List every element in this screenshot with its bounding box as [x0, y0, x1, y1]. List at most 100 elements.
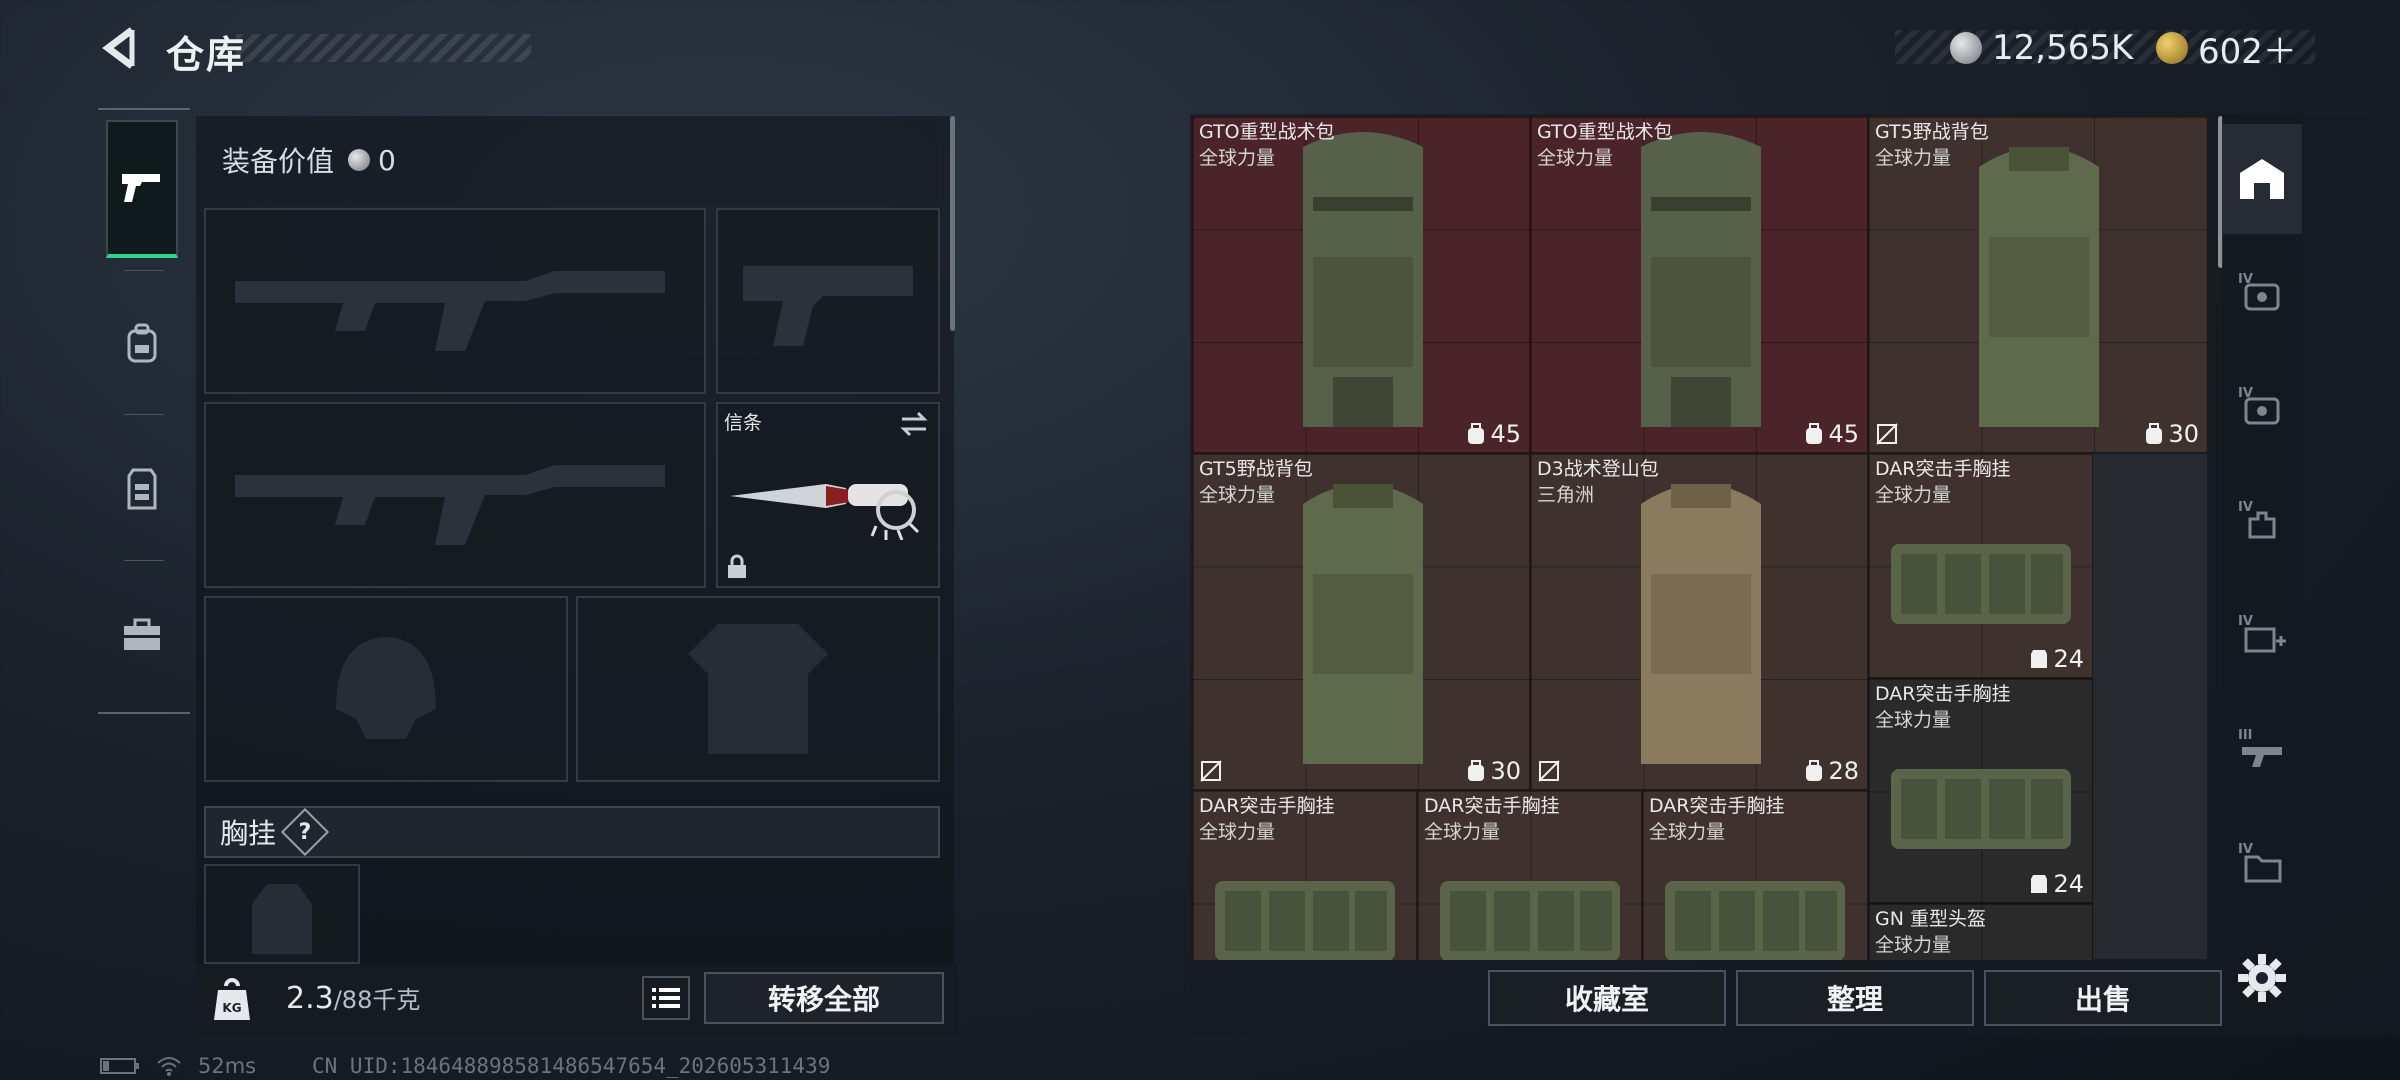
back-icon[interactable]: [96, 22, 148, 74]
item-capacity: 24: [2029, 645, 2084, 673]
d3-backpack-image: [1641, 484, 1761, 764]
equipment-value-row: 装备价值 0: [200, 118, 938, 202]
inventory-item-dar-chest-rig[interactable]: DAR突击手胸挂 全球力量 24: [1868, 678, 2093, 903]
rifle-silhouette-icon: [235, 465, 665, 545]
silver-currency[interactable]: 12,565K: [1950, 22, 2133, 74]
sell-button[interactable]: 出售: [1984, 970, 2222, 1026]
capacity-backpack-icon: [1468, 423, 1485, 444]
equipment-scrollbar[interactable]: [950, 116, 955, 331]
item-faction: 全球力量: [1875, 709, 1952, 731]
sidebar-item-toolbox[interactable]: [106, 566, 178, 704]
inventory-item-gto-backpack[interactable]: GTO重型战术包 全球力量 45: [1192, 116, 1530, 453]
item-name: DAR突击手胸挂: [1199, 795, 1335, 817]
transfer-all-button[interactable]: 转移全部: [704, 972, 944, 1024]
item-name: GTO重型战术包: [1537, 121, 1673, 143]
weight-current: 2.3: [286, 981, 334, 1016]
battery-icon: [100, 1058, 139, 1074]
stash-tab-tier-iv-medkit[interactable]: IV: [2222, 580, 2302, 690]
helmet-silhouette-icon: [336, 637, 436, 739]
inventory-item-dar-chest-rig[interactable]: DAR突击手胸挂 全球力量: [1417, 790, 1642, 960]
settings-gear-icon[interactable]: [2236, 952, 2288, 1004]
svg-text:IV: IV: [2238, 842, 2253, 857]
list-view-button[interactable]: [642, 976, 690, 1020]
swap-icon[interactable]: [898, 410, 930, 438]
item-capacity: 45: [1804, 420, 1859, 448]
stash-tab-tier-iv-hand[interactable]: IV: [2222, 466, 2302, 576]
capacity-vest-icon: [2031, 650, 2048, 668]
inventory-item-dar-chest-rig[interactable]: DAR突击手胸挂 全球力量: [1192, 790, 1417, 960]
weight-kg-icon: KG: [214, 978, 250, 1020]
item-name: GT5野战背包: [1875, 121, 1989, 143]
svg-text:KG: KG: [222, 1001, 241, 1015]
gto-backpack-image: [1641, 132, 1761, 427]
empty-grid-area: [2088, 453, 2208, 960]
primary-weapon-slot-2[interactable]: [204, 402, 706, 588]
dar-chest-rig-image: [1891, 769, 2071, 849]
pistol-icon: [122, 174, 160, 202]
sidebar-item-weapons[interactable]: [106, 120, 178, 258]
melee-slot[interactable]: 信条: [716, 402, 940, 588]
capacity-vest-icon: [2031, 875, 2048, 893]
stash-tab-tier-iv-backpack-2[interactable]: IV: [2222, 352, 2302, 462]
stash-tab-tier-iv-folder[interactable]: IV: [2222, 808, 2302, 918]
wifi-icon: [157, 1057, 181, 1076]
item-faction: 全球力量: [1649, 821, 1726, 843]
tier-iv-hand-icon: IV: [2238, 500, 2276, 539]
stash-tab-tier-iv-backpack-1[interactable]: IV: [2222, 238, 2302, 348]
gto-backpack-image: [1303, 132, 1423, 427]
primary-weapon-slot-1[interactable]: [204, 208, 706, 394]
vest-icon: [127, 468, 157, 510]
chest-rig-slot[interactable]: [204, 864, 360, 964]
melee-slot-label: 信条: [724, 412, 763, 434]
sidebar-item-vest[interactable]: [106, 420, 178, 558]
armor-slot[interactable]: [576, 596, 940, 782]
chest-rig-section-header: 胸挂 ?: [204, 806, 940, 858]
item-faction: 三角洲: [1537, 484, 1595, 506]
inventory-item-gto-backpack[interactable]: GTO重型战术包 全球力量 45: [1530, 116, 1868, 453]
item-faction: 全球力量: [1199, 484, 1276, 506]
helmet-slot[interactable]: [204, 596, 568, 782]
silver-coin-icon: [1950, 32, 1982, 64]
gold-currency[interactable]: 602＋: [2156, 22, 2297, 74]
weight-max: /88千克: [333, 986, 421, 1014]
item-name: GN 重型头盔: [1875, 908, 1986, 930]
chest-rig-silhouette-icon: [252, 884, 312, 954]
insurance-off-icon: [1876, 423, 1898, 445]
equipment-value-label: 装备价值: [222, 145, 335, 178]
tier-iii-gun-icon: III: [2238, 728, 2282, 767]
sort-button[interactable]: 整理: [1736, 970, 1974, 1026]
item-faction: 全球力量: [1424, 821, 1501, 843]
silver-coin-icon: [348, 149, 371, 171]
list-icon: [652, 988, 680, 1008]
inventory-item-gt5-backpack[interactable]: GT5野战背包 全球力量 30: [1868, 116, 2208, 453]
item-faction: 全球力量: [1875, 934, 1952, 956]
item-capacity: 24: [2029, 870, 2084, 898]
dar-chest-rig-image: [1891, 544, 2071, 624]
inventory-item-dar-chest-rig[interactable]: DAR突击手胸挂 全球力量 24: [1868, 453, 2093, 678]
sidearm-slot[interactable]: [716, 208, 940, 394]
knife-icon: [730, 484, 920, 540]
capacity-backpack-icon: [1806, 423, 1823, 444]
svg-text:IV: IV: [2238, 614, 2253, 629]
stash-tab-all[interactable]: [2222, 124, 2302, 234]
item-capacity: 45: [1466, 420, 1521, 448]
home-icon: [2240, 159, 2284, 199]
weight-readout: 2.3/88千克: [286, 980, 420, 1016]
gold-currency-value: 602＋: [2198, 31, 2297, 72]
collection-room-button[interactable]: 收藏室: [1488, 970, 1726, 1026]
page-title: 仓库: [166, 33, 247, 77]
inventory-item-d3-backpack[interactable]: D3战术登山包 三角洲 28: [1530, 453, 1868, 790]
stash-tab-tier-iii-gun[interactable]: III: [2222, 694, 2302, 804]
item-name: DAR突击手胸挂: [1875, 683, 2011, 705]
silver-currency-value: 12,565K: [1992, 28, 2134, 68]
sidebar-item-backpack[interactable]: [106, 274, 178, 412]
inventory-item-gt5-backpack[interactable]: GT5野战背包 全球力量 30: [1192, 453, 1530, 790]
tier-iv-folder-icon: IV: [2238, 842, 2282, 883]
inventory-item-gn-helmet[interactable]: GN 重型头盔 全球力量: [1868, 903, 2093, 960]
tier-iv-backpack-icon: IV: [2238, 272, 2280, 311]
gold-coin-icon: [2156, 32, 2188, 64]
help-icon[interactable]: ?: [280, 807, 330, 857]
dar-chest-rig-image: [1215, 881, 1395, 960]
item-name: GT5野战背包: [1199, 458, 1313, 480]
inventory-item-dar-chest-rig[interactable]: DAR突击手胸挂 全球力量: [1642, 790, 1868, 960]
